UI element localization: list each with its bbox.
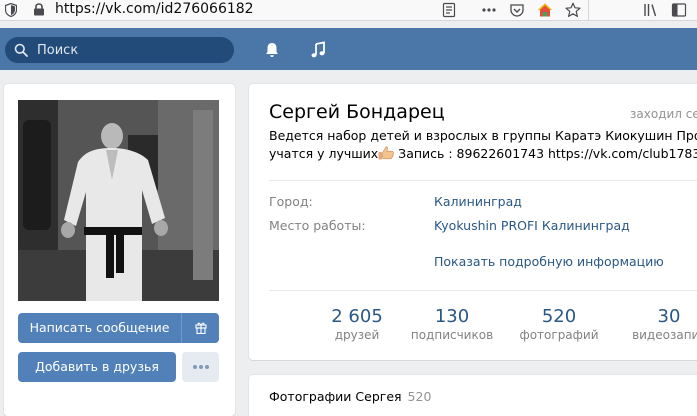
music-icon[interactable] bbox=[309, 41, 327, 59]
profile-left-card: Написать сообщение Добавить в друзья bbox=[4, 84, 235, 416]
status-line-2: учатся у лучших Запись : 89622601743 htt… bbox=[269, 145, 697, 163]
status-line-2-end: Запись : 89622601743 https://vk.com/club… bbox=[394, 146, 697, 161]
photos-section: Фотографии Сергея 520 bbox=[249, 375, 697, 416]
send-message-button[interactable]: Написать сообщение bbox=[18, 313, 181, 343]
status-line-1: Ведется набор детей и взрослых в группы … bbox=[269, 128, 697, 143]
dot bbox=[205, 365, 209, 369]
avatar-image bbox=[18, 100, 219, 301]
home-icon[interactable] bbox=[537, 2, 553, 18]
city-label: Город: bbox=[269, 194, 313, 209]
gift-icon bbox=[194, 322, 207, 335]
counter-followers[interactable]: 130 подписчиков bbox=[404, 306, 500, 342]
city-link[interactable]: Калининград bbox=[434, 194, 522, 209]
work-link[interactable]: Kyokushin PROFI Калининград bbox=[434, 218, 630, 233]
photos-count: 520 bbox=[407, 389, 432, 404]
thumbs-up-emoji-icon bbox=[378, 146, 394, 160]
gift-button[interactable] bbox=[181, 313, 219, 343]
sidebar-icon[interactable] bbox=[671, 2, 687, 18]
bookmark-star-icon[interactable] bbox=[565, 2, 581, 18]
counter-number: 130 bbox=[434, 306, 470, 327]
counter-number: 2 605 bbox=[331, 306, 383, 327]
pocket-icon[interactable] bbox=[509, 2, 525, 18]
status-line-2-start: учатся у лучших bbox=[269, 146, 379, 161]
add-friend-button[interactable]: Добавить в друзья bbox=[18, 352, 176, 382]
reader-icon[interactable] bbox=[441, 2, 457, 18]
url-field[interactable]: https://vk.com/id276066182 bbox=[55, 1, 254, 17]
more-actions-button[interactable] bbox=[182, 352, 219, 382]
photos-title: Фотографии Сергея bbox=[269, 389, 402, 404]
search-placeholder: Поиск bbox=[37, 43, 79, 58]
vk-top-header: Поиск bbox=[0, 28, 697, 70]
profile-photo[interactable] bbox=[18, 100, 219, 301]
show-more-info-link[interactable]: Показать подробную информацию bbox=[434, 254, 664, 269]
profile-status[interactable]: Ведется набор детей и взрослых в группы … bbox=[269, 127, 697, 163]
divider bbox=[269, 180, 697, 181]
counter-photos[interactable]: 520 фотографий bbox=[514, 306, 604, 342]
last-seen-status: заходил сег bbox=[630, 107, 697, 121]
counter-label: подписчиков bbox=[410, 328, 494, 342]
counter-label: друзей bbox=[334, 328, 380, 342]
dot bbox=[199, 365, 203, 369]
search-input[interactable]: Поиск bbox=[5, 37, 234, 63]
more-icon[interactable] bbox=[481, 2, 497, 18]
work-label: Место работы: bbox=[269, 218, 366, 233]
shield-icon[interactable] bbox=[5, 3, 17, 17]
dot bbox=[193, 365, 197, 369]
photos-header[interactable]: Фотографии Сергея 520 bbox=[269, 389, 431, 404]
browser-toolbar: https://vk.com/id276066182 bbox=[0, 0, 697, 21]
bell-icon[interactable] bbox=[263, 41, 281, 59]
search-icon bbox=[14, 43, 28, 57]
counter-label: фотографий bbox=[519, 328, 599, 342]
counter-number: 30 bbox=[657, 306, 681, 327]
counter-friends[interactable]: 2 605 друзей bbox=[329, 306, 385, 342]
counter-videos[interactable]: 30 видеозапис bbox=[624, 306, 697, 342]
counter-number: 520 bbox=[541, 306, 577, 327]
toolbar-divider bbox=[588, 0, 589, 21]
divider bbox=[269, 290, 697, 291]
library-icon[interactable] bbox=[643, 2, 659, 18]
lock-icon[interactable] bbox=[33, 3, 45, 16]
counter-label: видеозапис bbox=[632, 328, 697, 342]
profile-info-card: Сергей Бондарец заходил сег Ведется набо… bbox=[249, 84, 697, 360]
profile-name: Сергей Бондарец bbox=[269, 101, 445, 123]
